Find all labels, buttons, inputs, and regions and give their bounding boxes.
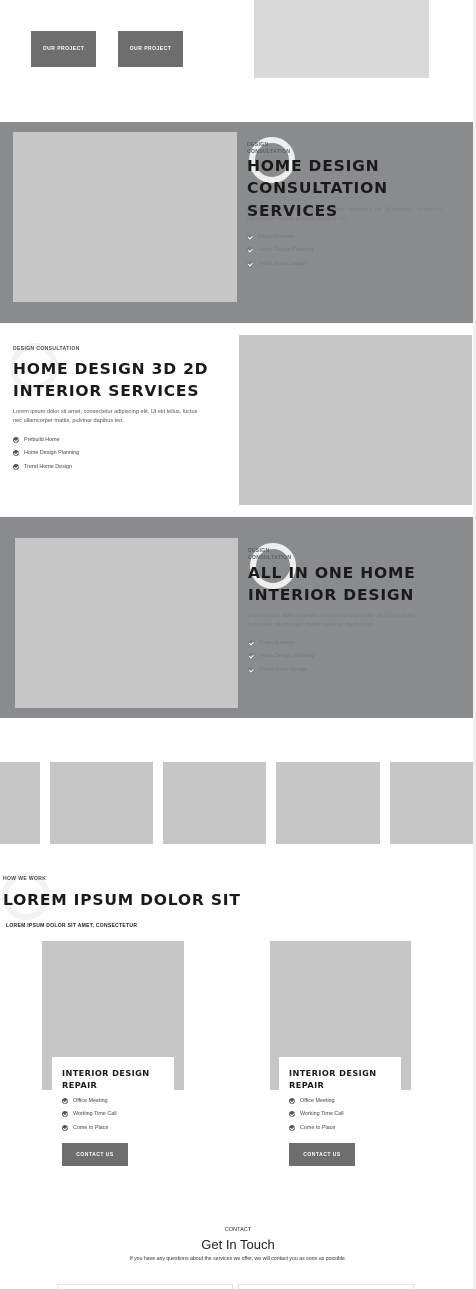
service-card-1: INTERIOR DESIGN REPAIR Office Meeting Wo… xyxy=(52,1057,174,1177)
list-item: Come to Place xyxy=(62,1121,172,1135)
section1-image-placeholder xyxy=(13,132,237,302)
check-circle-icon xyxy=(247,260,253,267)
check-circle-icon xyxy=(289,1111,295,1118)
section3-description: Lorem ipsum dolor sit amet, consectetur … xyxy=(248,613,417,628)
check-circle-icon xyxy=(289,1124,295,1131)
list-item: Trend Home Design xyxy=(13,460,213,474)
section3-eyebrow: DESIGN CONSULTATION xyxy=(248,548,292,561)
section1-title: HOME DESIGN CONSULTATION xyxy=(247,157,388,197)
section3-title: ALL IN ONE HOME INTERIOR DESIGN xyxy=(248,564,416,604)
list-item: Come to Place xyxy=(289,1121,399,1135)
gallery-image[interactable] xyxy=(163,762,266,844)
check-circle-icon xyxy=(247,233,253,240)
check-circle-icon xyxy=(248,653,254,660)
list-item: Trend Home Design xyxy=(248,663,448,677)
check-circle-icon xyxy=(248,666,254,673)
contact-eyebrow: CONTACT xyxy=(224,1227,252,1233)
list-item: Home Design Planning xyxy=(248,650,448,664)
list-item: Home Design Planning xyxy=(13,447,213,461)
interior-services-section: DESIGN CONSULTATION HOME DESIGN 3D 2D IN… xyxy=(0,323,476,517)
check-circle-icon xyxy=(62,1124,68,1131)
list-item: Trend Home Design xyxy=(247,257,447,271)
section2-feature-list: Prebuild Home Home Design Planning Trend… xyxy=(13,433,213,474)
list-item: Office Meeting xyxy=(289,1094,399,1108)
contact-us-button[interactable]: CONTACT US xyxy=(62,1143,128,1166)
list-item: Home Design Planning xyxy=(247,244,447,258)
check-circle-icon xyxy=(62,1097,68,1104)
section2-description: Lorem ipsum dolor sit amet, consectetur … xyxy=(13,409,198,424)
card2-title: INTERIOR DESIGN REPAIR xyxy=(289,1068,377,1090)
gallery-image[interactable] xyxy=(0,762,40,844)
contact-description: If you have any questions about the serv… xyxy=(129,1256,347,1262)
our-project-button-1[interactable]: OUR PROJECT xyxy=(31,31,96,67)
list-item: Working Time Call xyxy=(62,1108,172,1122)
card1-feature-list: Office Meeting Working Time Call Come to… xyxy=(62,1094,172,1135)
list-item: Office Meeting xyxy=(62,1094,172,1108)
contact-us-button[interactable]: CONTACT US xyxy=(289,1143,355,1166)
card2-feature-list: Office Meeting Working Time Call Come to… xyxy=(289,1094,399,1135)
gallery-image[interactable] xyxy=(390,762,473,844)
list-item: Prebuild Home xyxy=(13,433,213,447)
how-we-work-title: LOREM IPSUM DOLOR SIT xyxy=(3,891,241,909)
all-in-one-section: DESIGN CONSULTATION ALL IN ONE HOME INTE… xyxy=(0,517,473,718)
section1-title-line3: SERVICES xyxy=(247,202,338,220)
section2-eyebrow: DESIGN CONSULTATION xyxy=(13,346,80,352)
check-circle-icon xyxy=(248,639,254,646)
how-we-work-subtitle: LOREM IPSUM DOLOR SIT AMET, CONSECTETUR xyxy=(6,923,138,929)
service-card-2: INTERIOR DESIGN REPAIR Office Meeting Wo… xyxy=(279,1057,401,1177)
list-item: Working Time Call xyxy=(289,1108,399,1122)
check-circle-icon xyxy=(13,463,19,470)
section1-feature-list: Prebuild Home Home Design Planning Trend… xyxy=(247,230,447,271)
gallery-image[interactable] xyxy=(276,762,380,844)
how-we-work-eyebrow: HOW WE WORK xyxy=(3,876,47,882)
contact-title: Get In Touch xyxy=(201,1237,275,1252)
check-circle-icon xyxy=(289,1097,295,1104)
list-item: Prebuild Home xyxy=(247,230,447,244)
check-circle-icon xyxy=(247,247,253,254)
check-circle-icon xyxy=(13,436,19,443)
section1-eyebrow: DESIGN CONSULTATION xyxy=(247,142,291,155)
contact-name-input[interactable] xyxy=(57,1284,233,1289)
card1-title: INTERIOR DESIGN REPAIR xyxy=(62,1068,150,1090)
gallery-image[interactable] xyxy=(50,762,153,844)
section2-title: HOME DESIGN 3D 2D INTERIOR SERVICES xyxy=(13,360,209,400)
our-project-button-2[interactable]: OUR PROJECT xyxy=(118,31,183,67)
check-circle-icon xyxy=(62,1111,68,1118)
consultation-services-section: DESIGN CONSULTATION HOME DESIGN CONSULTA… xyxy=(0,122,473,323)
check-circle-icon xyxy=(13,450,19,457)
section3-image-placeholder xyxy=(15,538,238,708)
section3-feature-list: Prebuild Home Home Design Planning Trend… xyxy=(248,636,448,677)
contact-email-input[interactable] xyxy=(238,1284,414,1289)
section2-image-placeholder xyxy=(239,335,472,505)
hero-image-placeholder xyxy=(254,0,429,78)
list-item: Prebuild Home xyxy=(248,636,448,650)
